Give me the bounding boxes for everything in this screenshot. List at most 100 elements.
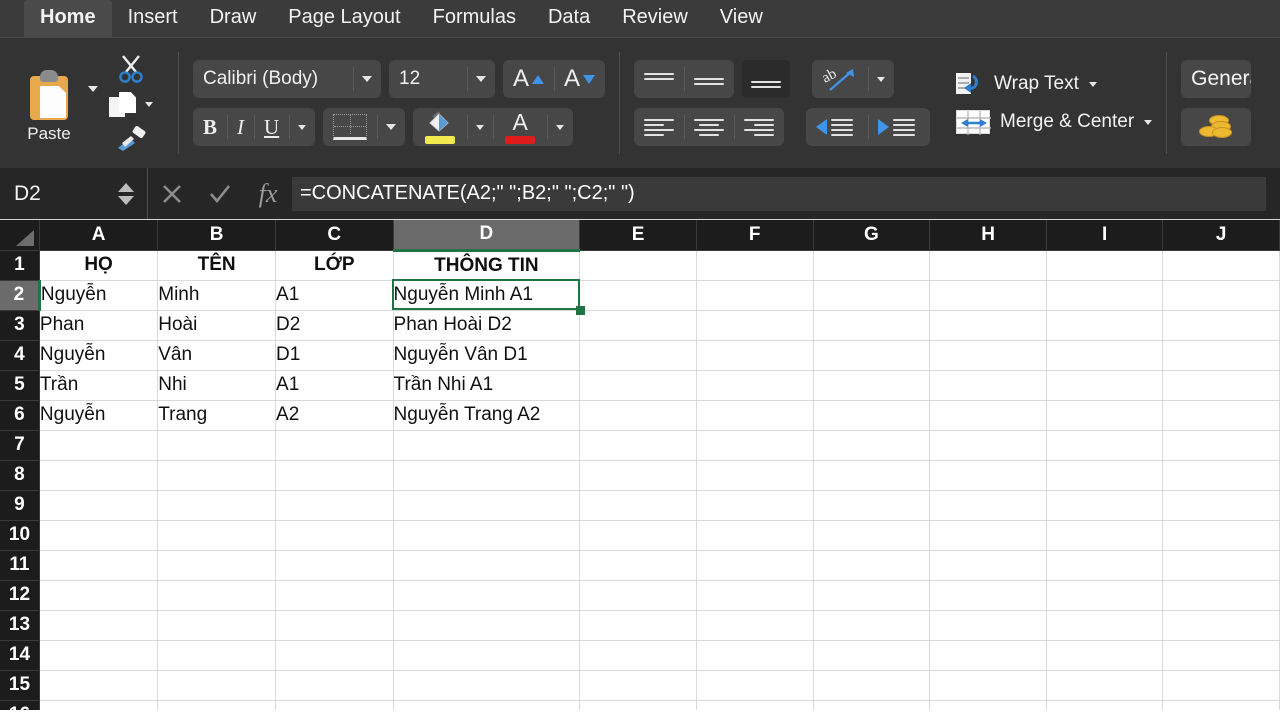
cell-C6[interactable]: A2 xyxy=(275,400,394,431)
cell-H13[interactable] xyxy=(929,610,1047,641)
cell-D10[interactable] xyxy=(393,520,581,551)
cell-B13[interactable] xyxy=(157,610,277,641)
paste-button[interactable]: Paste xyxy=(10,38,88,168)
cell-G16[interactable] xyxy=(813,700,931,710)
underline-button[interactable]: U xyxy=(254,108,289,146)
cell-E11[interactable] xyxy=(579,550,697,581)
cell-A9[interactable] xyxy=(39,490,159,521)
cell-F15[interactable] xyxy=(696,670,814,701)
cancel-button[interactable] xyxy=(148,168,196,219)
cell-J15[interactable] xyxy=(1162,670,1280,701)
cell-J4[interactable] xyxy=(1162,340,1280,371)
row-header-7[interactable]: 7 xyxy=(0,430,40,461)
row-header-13[interactable]: 13 xyxy=(0,610,40,641)
format-painter-button[interactable] xyxy=(114,125,148,152)
row-header-1[interactable]: 1 xyxy=(0,250,40,281)
tab-draw[interactable]: Draw xyxy=(194,0,273,38)
cell-G13[interactable] xyxy=(813,610,931,641)
merge-center-caret[interactable] xyxy=(1144,119,1153,125)
cell-D1[interactable]: THÔNG TIN xyxy=(393,250,581,281)
row-header-11[interactable]: 11 xyxy=(0,550,40,581)
cell-I16[interactable] xyxy=(1046,700,1164,710)
cell-H14[interactable] xyxy=(929,640,1047,671)
column-header-I[interactable]: I xyxy=(1046,220,1164,251)
cell-I10[interactable] xyxy=(1046,520,1164,551)
row-header-5[interactable]: 5 xyxy=(0,370,40,401)
cell-C10[interactable] xyxy=(275,520,394,551)
cell-G6[interactable] xyxy=(813,400,931,431)
cell-H6[interactable] xyxy=(929,400,1047,431)
tab-formulas[interactable]: Formulas xyxy=(417,0,532,38)
font-name-combobox[interactable]: Calibri (Body) xyxy=(193,60,381,98)
cell-D7[interactable] xyxy=(393,430,581,461)
tab-insert[interactable]: Insert xyxy=(112,0,194,38)
cell-H5[interactable] xyxy=(929,370,1047,401)
row-header-12[interactable]: 12 xyxy=(0,580,40,611)
cell-B3[interactable]: Hoài xyxy=(157,310,277,341)
cell-I9[interactable] xyxy=(1046,490,1164,521)
cell-G3[interactable] xyxy=(813,310,931,341)
cell-A11[interactable] xyxy=(39,550,159,581)
cell-J6[interactable] xyxy=(1162,400,1280,431)
cell-A12[interactable] xyxy=(39,580,159,611)
row-header-16[interactable]: 16 xyxy=(0,700,40,710)
cell-F10[interactable] xyxy=(696,520,814,551)
cell-B15[interactable] xyxy=(157,670,277,701)
cell-H3[interactable] xyxy=(929,310,1047,341)
cell-B6[interactable]: Trang xyxy=(157,400,277,431)
cell-E9[interactable] xyxy=(579,490,697,521)
align-top-button[interactable] xyxy=(634,60,684,98)
cell-B9[interactable] xyxy=(157,490,277,521)
grow-font-button[interactable]: A xyxy=(503,60,554,98)
cell-H7[interactable] xyxy=(929,430,1047,461)
tab-home[interactable]: Home xyxy=(24,0,112,38)
orientation-caret[interactable] xyxy=(868,60,894,98)
cell-A14[interactable] xyxy=(39,640,159,671)
row-header-2[interactable]: 2 xyxy=(0,280,41,311)
orientation-button[interactable]: ab xyxy=(812,60,895,98)
cell-H11[interactable] xyxy=(929,550,1047,581)
cell-D4[interactable]: Nguyễn Vân D1 xyxy=(393,340,581,371)
cell-B1[interactable]: TÊN xyxy=(157,250,277,281)
row-header-8[interactable]: 8 xyxy=(0,460,40,491)
cell-C12[interactable] xyxy=(275,580,394,611)
cell-G7[interactable] xyxy=(813,430,931,461)
cell-I3[interactable] xyxy=(1046,310,1164,341)
cell-E8[interactable] xyxy=(579,460,697,491)
cell-F5[interactable] xyxy=(696,370,814,401)
row-header-6[interactable]: 6 xyxy=(0,400,40,431)
cell-J10[interactable] xyxy=(1162,520,1280,551)
cell-I5[interactable] xyxy=(1046,370,1164,401)
cell-B10[interactable] xyxy=(157,520,277,551)
cell-J7[interactable] xyxy=(1162,430,1280,461)
borders-button[interactable] xyxy=(323,108,406,146)
cell-F12[interactable] xyxy=(696,580,814,611)
row-header-10[interactable]: 10 xyxy=(0,520,40,551)
cell-I2[interactable] xyxy=(1046,280,1164,311)
cell-E12[interactable] xyxy=(579,580,697,611)
column-header-G[interactable]: G xyxy=(813,220,931,251)
cell-F8[interactable] xyxy=(696,460,814,491)
fill-color-button[interactable] xyxy=(413,108,467,146)
column-header-A[interactable]: A xyxy=(39,220,159,251)
cell-H12[interactable] xyxy=(929,580,1047,611)
cell-F1[interactable] xyxy=(696,250,814,281)
cell-D5[interactable]: Trần Nhi A1 xyxy=(393,370,581,401)
cell-E2[interactable] xyxy=(579,280,697,311)
cell-I8[interactable] xyxy=(1046,460,1164,491)
copy-dropdown-caret[interactable] xyxy=(145,102,153,108)
cell-J11[interactable] xyxy=(1162,550,1280,581)
cell-C11[interactable] xyxy=(275,550,394,581)
chevron-up-icon[interactable] xyxy=(117,182,134,192)
cell-F2[interactable] xyxy=(696,280,814,311)
cell-E7[interactable] xyxy=(579,430,697,461)
shrink-font-button[interactable]: A xyxy=(554,60,605,98)
cell-E10[interactable] xyxy=(579,520,697,551)
font-size-caret[interactable] xyxy=(467,60,495,98)
number-format-combobox[interactable]: General xyxy=(1181,60,1252,98)
cell-A4[interactable]: Nguyễn xyxy=(39,340,159,371)
cell-A6[interactable]: Nguyễn xyxy=(39,400,159,431)
font-size-combobox[interactable]: 12 xyxy=(389,60,495,98)
italic-button[interactable]: I xyxy=(227,108,254,146)
cell-I14[interactable] xyxy=(1046,640,1164,671)
